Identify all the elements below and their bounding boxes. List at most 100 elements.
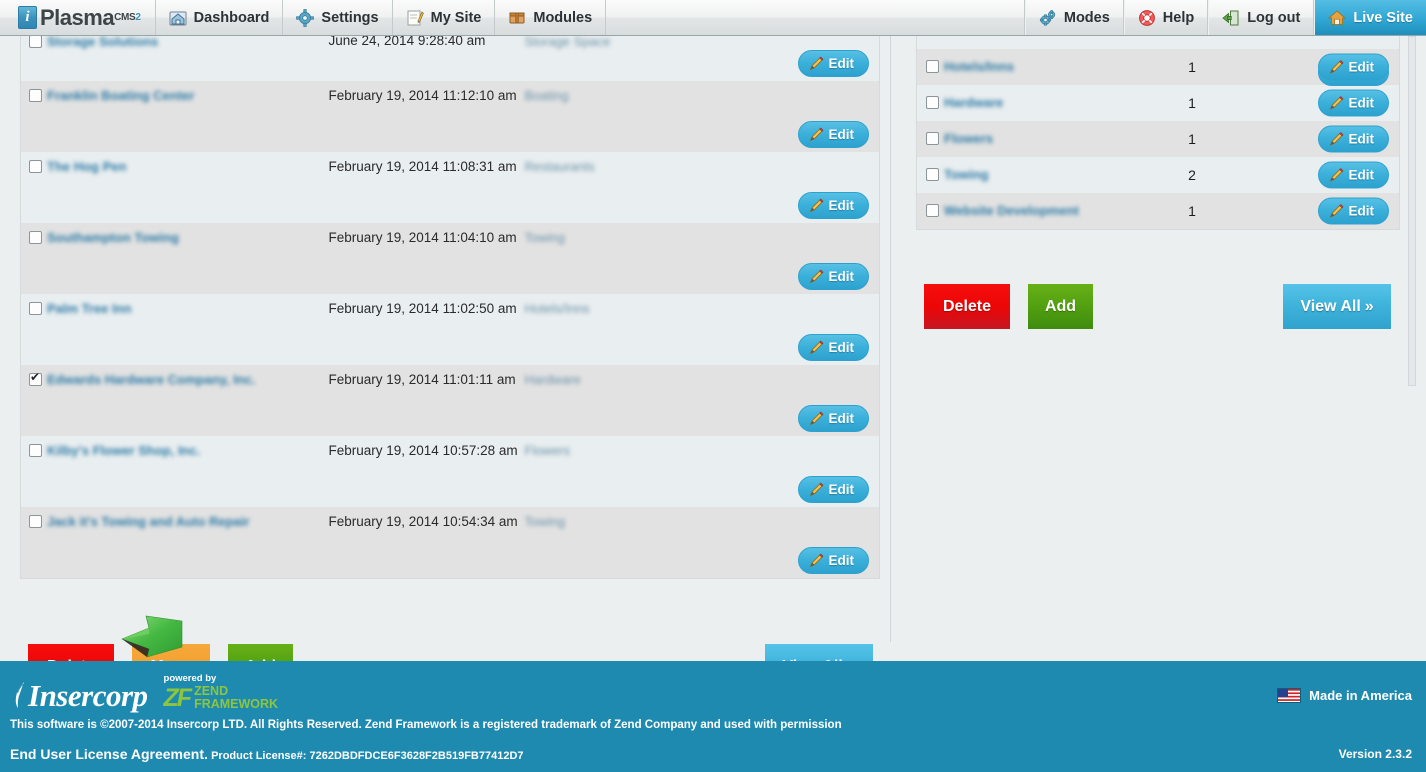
usa-flag-icon <box>1277 688 1302 703</box>
edit-button-label: Edit <box>1348 95 1375 111</box>
zend-framework-badge: powered by ZF ZEND FRAMEWORK <box>164 673 279 711</box>
table-row[interactable]: Hardware 1 Edit <box>916 85 1400 121</box>
edit-button[interactable]: Edit <box>1317 197 1389 225</box>
gear-icon <box>296 8 315 27</box>
page-footer: Insercorp powered by ZF ZEND FRAMEWORK T… <box>0 661 1426 772</box>
nav-item-dashboard[interactable]: Dashboard <box>156 0 284 35</box>
listing-category-label: Towing <box>524 230 565 245</box>
nav-label-help: Help <box>1162 9 1195 26</box>
nav-label-settings: Settings <box>321 9 379 26</box>
table-row[interactable]: Franklin Boating Center February 19, 201… <box>20 81 880 152</box>
row-checkbox[interactable] <box>29 302 42 315</box>
edit-button-label: Edit <box>1348 203 1375 219</box>
eula-link[interactable]: End User License Agreement. <box>10 746 208 762</box>
edit-button[interactable]: Edit <box>797 192 869 219</box>
category-name-link[interactable]: Flowers <box>944 131 993 146</box>
listing-category-cell: Towing <box>525 507 700 578</box>
table-row[interactable]: Jack it's Towing and Auto Repair Februar… <box>20 507 880 578</box>
nav-item-my-site[interactable]: My Site <box>393 0 496 35</box>
categories-view-all-button[interactable]: View All » <box>1283 284 1391 329</box>
nav-item-modes[interactable]: Modes <box>1024 0 1124 35</box>
listing-name-link[interactable]: Southampton Towing <box>47 230 179 245</box>
listings-table: Storage Solutions June 24, 2014 9:28:40 … <box>20 33 880 579</box>
listing-name-link[interactable]: Palm Tree Inn <box>47 301 132 316</box>
categories-add-button[interactable]: Add <box>1028 284 1093 329</box>
listing-name-link[interactable]: The Hog Pen <box>47 159 126 174</box>
table-row[interactable]: Edwards Hardware Company, Inc. February … <box>20 365 880 436</box>
edit-button[interactable]: Edit <box>797 476 869 503</box>
row-checkbox[interactable] <box>926 168 939 181</box>
edit-button[interactable]: Edit <box>1317 53 1389 81</box>
edit-button-label: Edit <box>828 411 855 426</box>
row-checkbox[interactable] <box>29 371 42 386</box>
table-row[interactable]: Website Development 1 Edit <box>916 193 1400 229</box>
category-action-cell: Edit <box>1252 49 1400 85</box>
table-row[interactable]: The Hog Pen February 19, 2014 11:08:31 a… <box>20 152 880 223</box>
category-action-cell: Edit <box>1252 121 1400 157</box>
table-row[interactable]: Flowers 1 Edit <box>916 121 1400 157</box>
row-checkbox[interactable] <box>29 231 42 244</box>
listing-name-link[interactable]: Jack it's Towing and Auto Repair <box>47 514 249 529</box>
category-name-link[interactable]: Towing <box>944 167 989 182</box>
edit-button[interactable]: Edit <box>1317 89 1389 117</box>
row-checkbox[interactable] <box>926 132 939 145</box>
row-checkbox[interactable] <box>29 89 42 102</box>
listing-name-cell: The Hog Pen <box>21 152 329 223</box>
table-row[interactable]: Storage Solutions June 24, 2014 9:28:40 … <box>20 33 880 81</box>
listings-table-body: Storage Solutions June 24, 2014 9:28:40 … <box>20 33 880 578</box>
listing-name-cell: Southampton Towing <box>21 223 329 294</box>
category-name-link[interactable]: Hotels/Inns <box>944 59 1014 74</box>
row-checkbox[interactable] <box>29 35 42 48</box>
edit-button-label: Edit <box>1348 167 1375 183</box>
edit-button-label: Edit <box>828 340 855 355</box>
table-row[interactable]: Palm Tree Inn February 19, 2014 11:02:50… <box>20 294 880 365</box>
listing-name-link[interactable]: Storage Solutions <box>47 34 158 49</box>
edit-button-label: Edit <box>828 56 855 71</box>
edit-button[interactable]: Edit <box>797 121 869 148</box>
edit-button[interactable]: Edit <box>797 405 869 432</box>
listing-name-link[interactable]: Franklin Boating Center <box>47 88 194 103</box>
edit-button[interactable]: Edit <box>1317 125 1389 153</box>
zend-line2: FRAMEWORK <box>194 696 279 711</box>
powered-by-label: powered by <box>163 673 217 684</box>
category-count-cell: 1 <box>1188 59 1196 75</box>
category-name-link[interactable]: Hardware <box>944 95 1003 110</box>
edit-button-label: Edit <box>1348 59 1375 75</box>
footer-license-line: End User License Agreement. Product Lice… <box>10 746 524 762</box>
listing-date-cell: June 24, 2014 9:28:40 am <box>328 33 486 48</box>
row-checkbox[interactable] <box>29 160 42 173</box>
listing-name-link[interactable]: Kilby's Flower Shop, Inc. <box>47 443 200 458</box>
page-scrollbar[interactable] <box>1408 36 1416 386</box>
row-checkbox[interactable] <box>29 444 42 457</box>
table-row[interactable]: Hotels/Inns 1 Edit <box>916 49 1400 85</box>
edit-button[interactable]: Edit <box>797 334 869 361</box>
row-checkbox[interactable] <box>926 96 939 109</box>
nav-item-help[interactable]: Help <box>1123 0 1209 35</box>
plasma-cms-logo[interactable]: i Plasma CMS2 <box>0 0 156 35</box>
row-checkbox[interactable] <box>926 203 939 217</box>
categories-delete-button[interactable]: Delete <box>924 284 1010 329</box>
nav-item-settings[interactable]: Settings <box>283 0 393 35</box>
nav-item-modules[interactable]: Modules <box>495 0 607 35</box>
edit-button[interactable]: Edit <box>797 547 869 574</box>
row-checkbox[interactable] <box>926 60 939 73</box>
listing-action-cell: Edit <box>700 365 880 436</box>
edit-button[interactable]: Edit <box>797 50 869 77</box>
nav-item-live-site[interactable]: Live Site <box>1314 0 1426 35</box>
table-row[interactable]: Southampton Towing February 19, 2014 11:… <box>20 223 880 294</box>
listing-name-link[interactable]: Edwards Hardware Company, Inc. <box>47 372 256 387</box>
exit-door-icon <box>1222 9 1240 27</box>
edit-button[interactable]: Edit <box>797 263 869 290</box>
footer-copyright: This software is ©2007-2014 Insercorp LT… <box>10 719 842 731</box>
category-count-cell: 1 <box>1188 95 1196 111</box>
edit-button[interactable]: Edit <box>1317 161 1389 189</box>
category-name-link[interactable]: Website Development <box>944 203 1079 218</box>
table-row[interactable]: Kilby's Flower Shop, Inc. February 19, 2… <box>20 436 880 507</box>
categories-table-body: Edit Hotels/Inns 1 Edit <box>916 33 1400 229</box>
home-icon <box>1328 9 1347 27</box>
table-row[interactable]: Towing 2 Edit <box>916 157 1400 193</box>
nav-item-logout[interactable]: Log out <box>1208 0 1315 35</box>
product-license: Product License#: 7262DBDFDCE6F3628F2B51… <box>211 750 524 762</box>
version-label: Version 2.3.2 <box>1338 747 1412 761</box>
row-checkbox[interactable] <box>29 515 42 528</box>
